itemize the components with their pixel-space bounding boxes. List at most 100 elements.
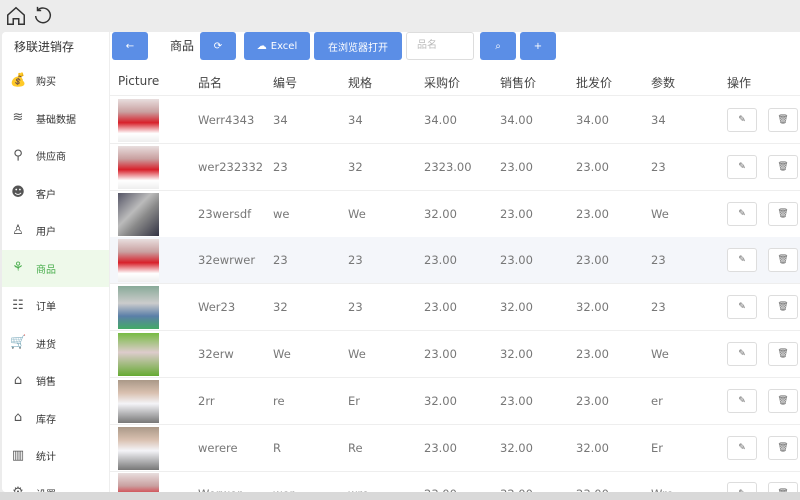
app-title: 移联进销存 (14, 40, 75, 54)
sidebar-item-label: 统计 (36, 452, 56, 464)
delete-button[interactable]: 🗑 (768, 482, 798, 492)
sidebar-item[interactable]: ☷ 订单 (2, 287, 109, 325)
search-input[interactable]: 品名 (406, 32, 474, 60)
cell-purchase: 34.00 (424, 113, 457, 127)
cell-param: er (651, 393, 663, 408)
cell-name: 23wersdf (198, 206, 252, 221)
edit-button[interactable]: ✎ (727, 388, 757, 413)
refresh-button[interactable]: ⟳ (200, 32, 236, 60)
sidebar-item[interactable]: ⚲ 供应商 (2, 137, 109, 175)
delete-button[interactable]: 🗑 (768, 108, 798, 132)
sidebar-item[interactable]: ⚙设置 (2, 475, 109, 492)
table-row[interactable]: 32erw We We 23.00 32.00 23.00 We ✎ 🗑 (110, 331, 800, 378)
cell-purchase: 32.00 (424, 206, 457, 221)
sidebar-item-label: 商品 (36, 264, 56, 276)
table-row[interactable]: 32ewrwer 23 23 23.00 23.00 23.00 23 ✎ 🗑 (110, 237, 800, 285)
column-header: 销售价 (500, 76, 537, 90)
cell-wholesale: 23.00 (576, 159, 609, 174)
delete-button[interactable]: 🗑 (768, 201, 798, 226)
sidebar-item-label: 库存 (36, 414, 56, 426)
cell-code: 23 (273, 159, 288, 174)
warehouse-icon: ⌂ (13, 410, 23, 426)
tag-icon: ⌂ (13, 372, 23, 388)
delete-button[interactable]: 🗑 (768, 342, 798, 366)
excel-button[interactable]: ☁ Excel (244, 32, 310, 60)
delete-button[interactable]: 🗑 (768, 388, 798, 413)
edit-button[interactable]: ✎ (727, 342, 757, 366)
cell-purchase: 32.00 (424, 393, 457, 408)
sidebar-item[interactable]: ⌂ 库存 (2, 400, 109, 438)
cell-wholesale: 23.00 (576, 206, 609, 221)
table-row[interactable]: Werr4343 34 34 34.00 34.00 34.00 34 ✎ 🗑 (110, 97, 800, 144)
sidebar-item-label: 订单 (36, 302, 56, 314)
toolbar: ← 商品 ⟳ ☁ Excel 在浏览器打开 品名 ⌕ + (110, 32, 800, 62)
cell-param: 23 (651, 159, 666, 174)
open-in-browser-button[interactable]: 在浏览器打开 (314, 32, 402, 60)
sidebar-item[interactable]: ♙ 用户 (2, 212, 109, 250)
cell-param: 23 (651, 300, 666, 315)
column-header: 规格 (348, 76, 373, 90)
sidebar-item[interactable]: ≋ 基础数据 (2, 100, 109, 138)
cell-name: 2rr (198, 393, 215, 408)
sidebar: 移联进销存 💰 购买 ≋ 基础数据 ⚲ 供应商 ☻ 客户 ♙ 用户 ⚘ 商品 ☷ 订单 🛒 进货 ⌂ 销售 ⌂ 库存 ▥… (2, 32, 110, 492)
product-image (118, 145, 159, 189)
column-header: 采购价 (424, 76, 461, 90)
sidebar-item-label: 供应商 (36, 152, 66, 164)
sidebar-item[interactable]: ⌂ 销售 (2, 362, 109, 400)
back-button[interactable]: ← (112, 32, 148, 60)
cell-spec: 23 (348, 300, 363, 315)
cell-spec: 34 (348, 113, 363, 127)
table-row[interactable]: Werwerwerwre23.0032.0023.00Wre✎🗑 (110, 471, 800, 492)
table-row[interactable]: werere R Re 23.00 32.00 32.00 Er ✎ 🗑 (110, 425, 800, 472)
table-row[interactable]: Wer23 32 23 23.00 32.00 32.00 23 ✎ 🗑 (110, 284, 800, 332)
cell-sale: 32.00 (500, 347, 533, 361)
delete-button[interactable]: 🗑 (768, 248, 798, 273)
product-image (118, 473, 159, 492)
table-row[interactable]: 23wersdf we We 32.00 23.00 23.00 We ✎ 🗑 (110, 191, 800, 238)
edit-button[interactable]: ✎ (727, 295, 757, 320)
cell-sale: 34.00 (500, 113, 533, 127)
sidebar-item[interactable]: ⚘ 商品 (2, 249, 109, 287)
sidebar-item[interactable]: ☻ 客户 (2, 175, 109, 213)
edit-button[interactable]: ✎ (727, 248, 757, 273)
page-title: 商品 (170, 39, 195, 53)
sidebar-item[interactable]: ▥ 统计 (2, 437, 109, 475)
add-button[interactable]: + (520, 32, 556, 60)
sidebar-item[interactable]: 🛒 进货 (2, 325, 109, 363)
sidebar-item-label: 进货 (36, 339, 56, 351)
product-image (118, 426, 159, 470)
edit-button[interactable]: ✎ (727, 482, 757, 492)
edit-button[interactable]: ✎ (727, 435, 757, 460)
cell-purchase: 2323.00 (424, 159, 472, 174)
cell-param: Er (651, 440, 663, 455)
cell-wholesale: 32.00 (576, 300, 609, 315)
cell-spec: 23 (348, 253, 363, 268)
delete-button[interactable]: 🗑 (768, 435, 798, 460)
cell-spec: Er (348, 393, 360, 408)
product-image (118, 239, 159, 283)
edit-button[interactable]: ✎ (727, 201, 757, 226)
table-header: Picture 品名 编号 规格 采购价 销售价 批发价 参数 操作 (110, 66, 800, 96)
edit-button[interactable]: ✎ (727, 108, 757, 132)
column-header: 批发价 (576, 76, 613, 90)
column-header: 操作 (727, 76, 752, 90)
cell-code: 32 (273, 300, 288, 315)
cell-wholesale: 34.00 (576, 113, 609, 127)
sidebar-item-label: 客户 (36, 189, 56, 201)
cell-spec: We (348, 206, 366, 221)
search-button[interactable]: ⌕ (480, 32, 516, 60)
delete-button[interactable]: 🗑 (768, 154, 798, 179)
table-row[interactable]: 2rr re Er 32.00 23.00 23.00 er ✎ 🗑 (110, 378, 800, 425)
table-row[interactable]: wer232332 23 32 2323.00 23.00 23.00 23 ✎ 🗑 (110, 144, 800, 191)
reload-icon[interactable] (32, 5, 54, 27)
edit-button[interactable]: ✎ (727, 154, 757, 179)
home-icon[interactable] (5, 5, 27, 27)
column-header: 品名 (198, 76, 223, 90)
cell-code: We (273, 347, 291, 361)
sidebar-item[interactable]: 💰 购买 (2, 62, 109, 100)
delete-button[interactable]: 🗑 (768, 295, 798, 320)
database-icon: ≋ (12, 110, 24, 126)
cell-name: 32erw (198, 347, 234, 361)
cell-sale: 23.00 (500, 393, 533, 408)
goods-icon: ⚘ (12, 260, 24, 276)
